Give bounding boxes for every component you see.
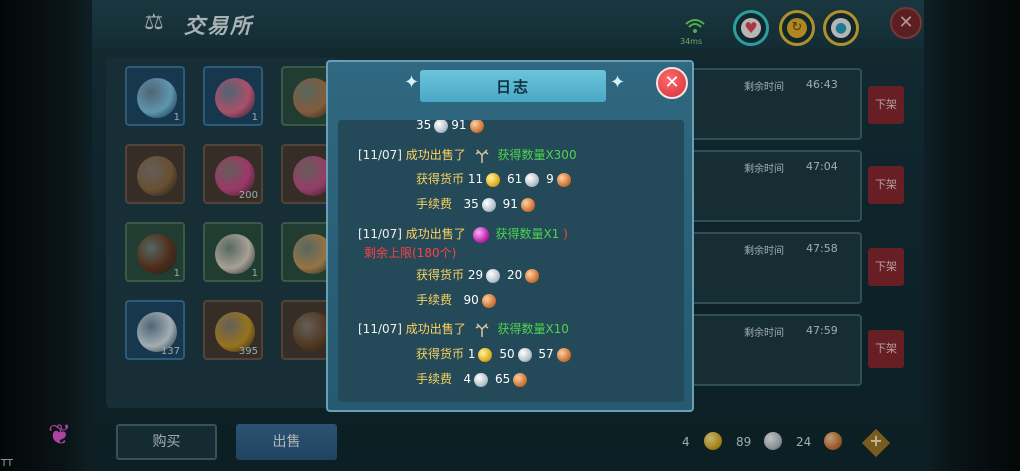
silver-coin-icon: [517, 347, 532, 362]
log-entry-fee: 手续费 4 65: [416, 370, 530, 390]
silver-coin-icon: [434, 120, 449, 133]
copper-coin-icon: [525, 268, 540, 283]
copper-coin-icon: [513, 372, 528, 387]
dialog-titlebar: 日志: [420, 70, 606, 102]
log-entry-header: [11/07] 成功出售了 获得数量X300: [358, 148, 577, 163]
copper-coin-icon: [469, 120, 484, 133]
antler-item-icon: [475, 148, 489, 163]
silver-coin-icon: [474, 372, 489, 387]
ornament-right-icon: ✦: [610, 72, 626, 93]
log-list[interactable]: 35 91 [11/07] 成功出售了 获得数量X300 获得货币 11 61 9…: [338, 120, 684, 402]
dialog-title: 日志: [495, 78, 530, 96]
log-partial-row: 35 91: [416, 120, 487, 138]
antler-item-icon: [475, 322, 489, 337]
close-log-button[interactable]: ✕: [656, 67, 688, 99]
copper-coin-icon: [481, 293, 496, 308]
silver-coin-icon: [525, 172, 540, 187]
ornament-left-icon: ✦: [404, 72, 420, 93]
copper-coin-icon: [556, 172, 571, 187]
silver-coin-icon: [481, 197, 496, 212]
log-entry-header: [11/07] 成功出售了 获得数量X1 ): [358, 226, 568, 243]
gold-coin-icon: [486, 172, 501, 187]
log-entry-fee: 手续费 90: [416, 291, 499, 311]
log-entry-note: 剩余上限(180个): [364, 246, 457, 260]
log-entry-earn: 获得货币 29 20: [416, 266, 542, 286]
log-dialog: ✦ 日志 ✦ ✕ 35 91 [11/07] 成功出售了 获得数量X300 获得货…: [326, 60, 694, 412]
copper-coin-icon: [520, 197, 535, 212]
log-entry-fee: 手续费 35 91: [416, 195, 538, 215]
silver-coin-icon: [486, 268, 501, 283]
copper-coin-icon: [556, 347, 571, 362]
log-entry-header: [11/07] 成功出售了 获得数量X10: [358, 322, 569, 337]
log-entry-earn: 获得货币 11 61 9: [416, 170, 574, 190]
log-entry-earn: 获得货币 1 50 57: [416, 345, 574, 365]
pink-orb-item-icon: [472, 226, 489, 243]
gold-coin-icon: [478, 347, 493, 362]
